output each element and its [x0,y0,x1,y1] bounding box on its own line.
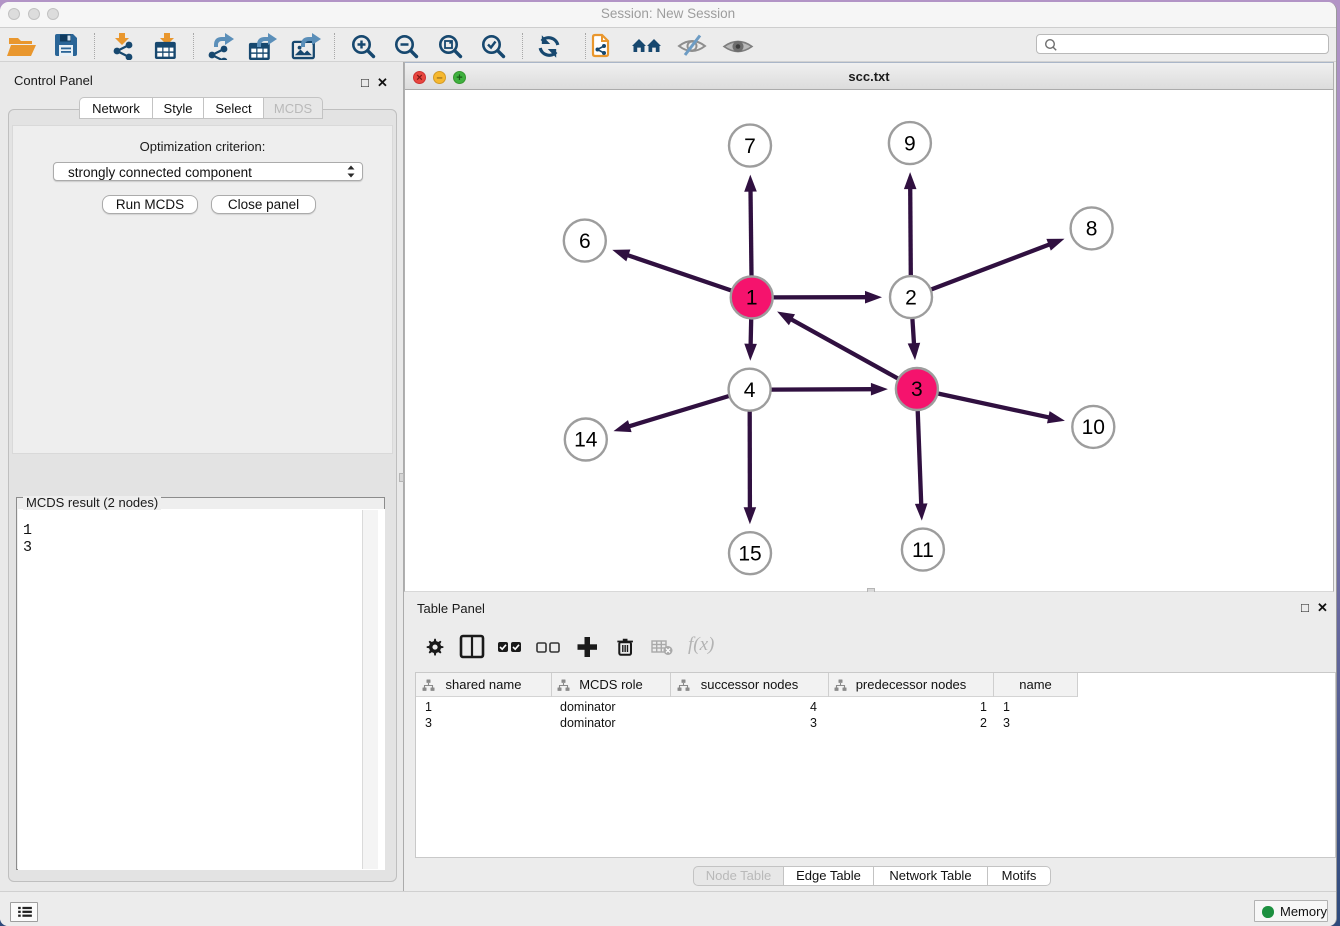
svg-text:7: 7 [744,135,756,158]
svg-text:6: 6 [579,230,591,253]
svg-text:10: 10 [1082,416,1105,439]
svg-text:11: 11 [912,539,934,562]
svg-text:4: 4 [744,379,756,402]
svg-text:3: 3 [911,378,923,401]
svg-text:9: 9 [904,132,916,155]
svg-text:2: 2 [905,286,917,309]
svg-text:15: 15 [738,542,761,565]
svg-text:1: 1 [746,287,758,310]
svg-text:8: 8 [1086,218,1098,241]
svg-text:14: 14 [574,429,598,452]
